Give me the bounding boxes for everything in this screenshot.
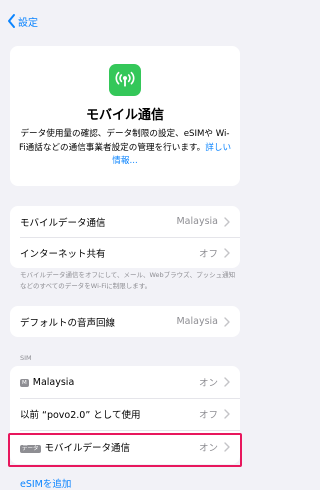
cellular-data-row[interactable]: モバイルデータ通信 Malaysia bbox=[10, 206, 240, 237]
row-label: 以前 “povo2.0” として使用 bbox=[20, 410, 141, 421]
sim-cellular-data-row[interactable]: データ モバイルデータ通信 オン bbox=[10, 430, 240, 464]
personal-hotspot-row[interactable]: インターネット共有 オフ bbox=[10, 237, 240, 268]
chevron-left-icon bbox=[6, 13, 18, 29]
voice-line-group: デフォルトの音声回線 Malaysia bbox=[10, 306, 240, 337]
antenna-icon bbox=[109, 64, 141, 96]
row-label: インターネット共有 bbox=[20, 248, 106, 260]
sim-name: Malaysia bbox=[32, 376, 75, 388]
chevron-right-icon bbox=[224, 409, 230, 419]
chevron-right-icon bbox=[224, 316, 230, 327]
cellular-settings-group: モバイルデータ通信 Malaysia インターネット共有 オフ bbox=[10, 206, 240, 268]
page-description: データ使用量の確認、データ制限の設定、eSIMや Wi-Fi通話などの通信事業者… bbox=[18, 128, 232, 169]
row-value: オン bbox=[198, 443, 218, 454]
info-card: モバイル通信 データ使用量の確認、データ制限の設定、eSIMや Wi-Fi通話な… bbox=[10, 46, 240, 186]
row-label: M Malaysia bbox=[20, 377, 199, 388]
default-voice-line-row[interactable]: デフォルトの音声回線 Malaysia bbox=[10, 306, 240, 337]
row-value: オフ bbox=[198, 248, 218, 260]
data-row-text: モバイルデータ通信 bbox=[44, 443, 131, 454]
chevron-right-icon bbox=[224, 216, 230, 227]
row-value: Malaysia bbox=[176, 216, 218, 227]
chevron-right-icon bbox=[224, 442, 230, 452]
data-badge: データ bbox=[20, 445, 41, 453]
row-label: デフォルトの音声回線 bbox=[20, 317, 116, 329]
sim-section-label: SIM bbox=[20, 354, 32, 362]
row-value: オン bbox=[198, 378, 218, 389]
sim-group: M Malaysia オン 以前 “povo2.0” として使用 オフ データ モバ… bbox=[10, 366, 240, 464]
sim-badge: M bbox=[20, 378, 29, 387]
page-title: モバイル通信 bbox=[85, 108, 164, 123]
row-value: Malaysia bbox=[176, 316, 218, 327]
add-esim-link[interactable]: eSIMを追加 bbox=[20, 476, 71, 490]
row-value: オフ bbox=[198, 410, 218, 421]
back-label: 設定 bbox=[18, 17, 38, 29]
chevron-right-icon bbox=[224, 247, 230, 258]
description-text: データ使用量の確認、データ制限の設定、eSIMや Wi-Fi通話などの通信事業者… bbox=[18, 129, 230, 153]
row-label: モバイルデータ通信 bbox=[20, 217, 106, 229]
cellular-footnote: モバイルデータ通信をオフにして、メール、Webブラウズ、プッシュ通知などのすべて… bbox=[20, 271, 236, 290]
sim-malaysia-row[interactable]: M Malaysia オン bbox=[10, 366, 240, 398]
chevron-right-icon bbox=[224, 377, 230, 387]
sim-povo-row[interactable]: 以前 “povo2.0” として使用 オフ bbox=[10, 398, 240, 430]
row-label: データ モバイルデータ通信 bbox=[20, 440, 199, 454]
back-button[interactable]: 設定 bbox=[6, 12, 38, 30]
